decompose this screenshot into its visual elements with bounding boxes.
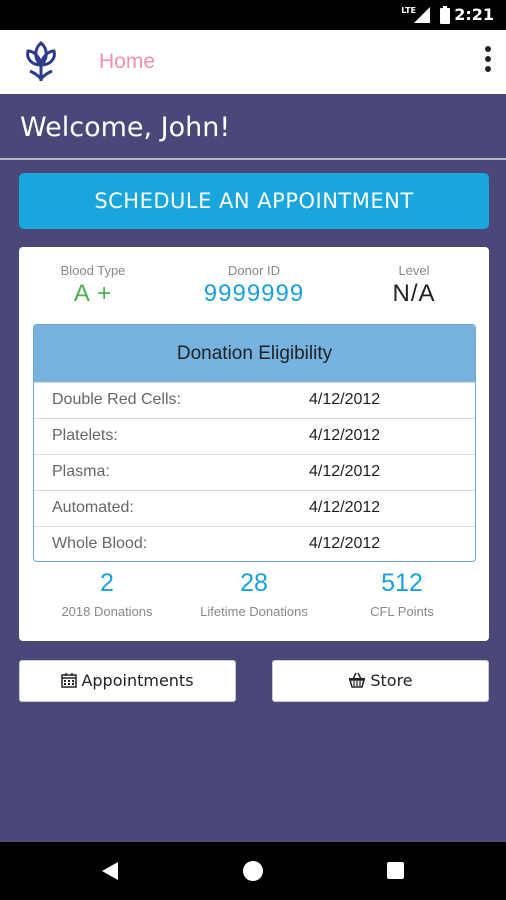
eligibility-label: Automated:	[52, 499, 134, 516]
lifetime-donations-stat: 28 Lifetime Donations	[179, 569, 329, 619]
level-label: Level	[398, 263, 430, 278]
stat-value: 512	[381, 569, 423, 597]
home-icon[interactable]	[243, 861, 263, 881]
appointments-label: Appointments	[81, 671, 194, 690]
stat-value: 28	[240, 569, 268, 597]
basket-icon	[349, 672, 366, 688]
eligibility-date: 4/12/2012	[309, 535, 381, 552]
eligibility-row: Platelets: 4/12/2012	[34, 418, 475, 454]
overflow-menu-icon[interactable]	[482, 46, 494, 76]
donor-id-stat: Donor ID 9999999	[179, 263, 329, 308]
recent-apps-icon[interactable]	[387, 862, 404, 879]
eligibility-row: Double Red Cells: 4/12/2012	[34, 382, 475, 418]
eligibility-date: 4/12/2012	[309, 427, 381, 444]
store-label: Store	[370, 671, 413, 690]
divider	[0, 158, 506, 160]
schedule-appointment-button[interactable]: SCHEDULE AN APPOINTMENT	[19, 173, 489, 229]
store-button[interactable]: Store	[272, 660, 489, 702]
stat-caption: Lifetime Donations	[200, 604, 308, 619]
eligibility-title: Donation Eligibility	[34, 325, 475, 382]
donor-id-label: Donor ID	[227, 263, 281, 278]
stat-caption: 2018 Donations	[61, 604, 153, 619]
blood-type-label: Blood Type	[60, 263, 126, 278]
status-time: 2:21	[454, 5, 494, 24]
stat-value: 2	[100, 569, 114, 597]
page-title: Home	[99, 50, 156, 73]
back-icon[interactable]	[100, 861, 120, 881]
flower-logo-icon[interactable]	[22, 39, 60, 83]
cfl-points-stat: 512 CFL Points	[327, 569, 477, 619]
eligibility-row: Automated: 4/12/2012	[34, 490, 475, 526]
app-bar: Home	[0, 30, 506, 94]
donor-id-value: 9999999	[203, 280, 305, 307]
donor-card: Blood Type A + Donor ID 9999999 Level N/…	[19, 247, 489, 641]
donations-2018-stat: 2 2018 Donations	[32, 569, 182, 619]
blood-type-stat: Blood Type A +	[43, 263, 143, 308]
eligibility-label: Whole Blood:	[52, 535, 148, 552]
eligibility-label: Plasma:	[52, 463, 110, 480]
battery-icon	[440, 6, 450, 24]
welcome-heading: Welcome, John!	[20, 112, 231, 143]
eligibility-label: Platelets:	[52, 427, 118, 444]
eligibility-row: Plasma: 4/12/2012	[34, 454, 475, 490]
signal-icon	[414, 7, 430, 23]
level-stat: Level N/A	[364, 263, 464, 308]
eligibility-date: 4/12/2012	[309, 391, 381, 408]
system-nav-bar	[0, 842, 506, 900]
eligibility-label: Double Red Cells:	[52, 391, 181, 408]
eligibility-table: Donation Eligibility Double Red Cells: 4…	[33, 324, 476, 562]
blood-type-value: A +	[73, 280, 113, 307]
eligibility-date: 4/12/2012	[309, 499, 381, 516]
status-bar: LTE 2:21	[0, 0, 506, 30]
stat-caption: CFL Points	[370, 604, 434, 619]
calendar-icon	[61, 673, 78, 688]
appointments-button[interactable]: Appointments	[19, 660, 236, 702]
eligibility-date: 4/12/2012	[309, 463, 381, 480]
level-value: N/A	[392, 280, 436, 307]
eligibility-row: Whole Blood: 4/12/2012	[34, 526, 475, 561]
